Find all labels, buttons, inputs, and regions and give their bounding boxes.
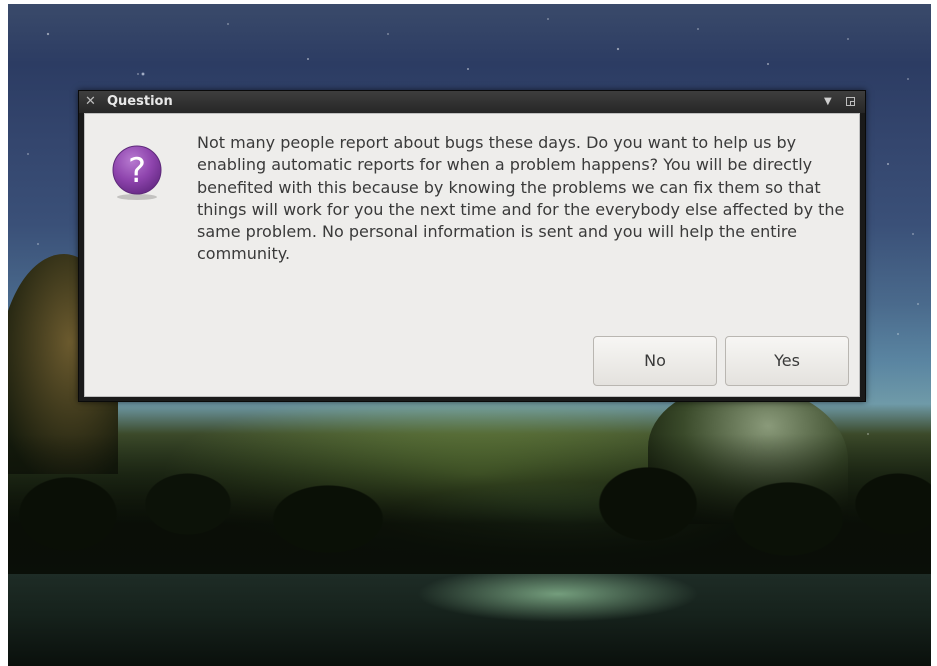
dialog-message: Not many people report about bugs these … [197,133,845,264]
window-title: Question [107,94,173,109]
wallpaper-water [8,574,931,666]
close-icon[interactable]: ✕ [85,93,96,111]
dialog-body: ? Not many people report about bugs thes… [84,113,860,397]
window-menu-icon[interactable]: ▼ [824,94,832,110]
yes-button[interactable]: Yes [725,336,849,386]
wallpaper-treeline [8,434,931,574]
window-titlebar[interactable]: ✕ Question ▼ [79,91,865,113]
question-dialog: ✕ Question ▼ ? Not many people report ab… [78,90,866,402]
restore-icon[interactable] [846,97,855,106]
question-icon: ? [112,145,162,200]
question-glyph: ? [128,151,146,191]
no-button[interactable]: No [593,336,717,386]
